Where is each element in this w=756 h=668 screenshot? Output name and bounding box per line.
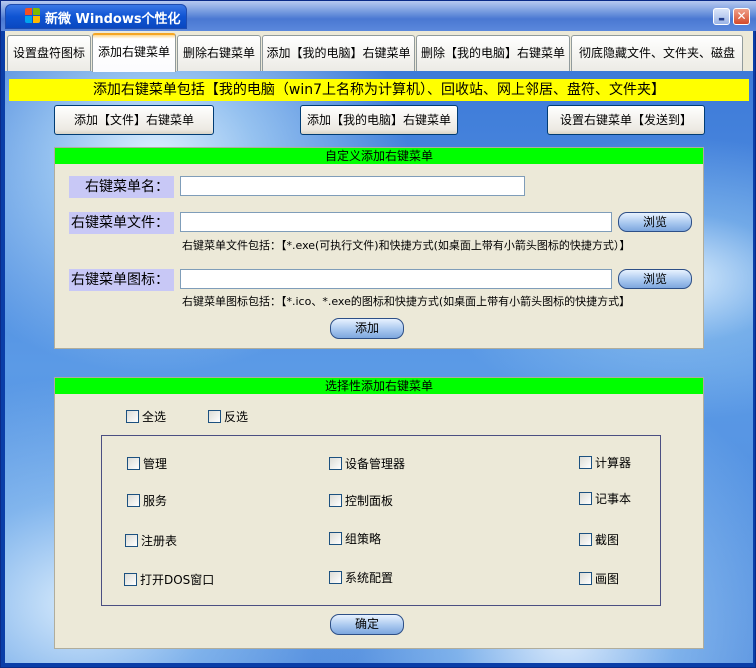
confirm-button[interactable]: 确定 [330, 614, 404, 635]
selective-add-group-header: 选择性添加右键菜单 [55, 378, 703, 394]
main-window: 新微 Windows个性化 ▬ ✕ 设置盘符图标 添加右键菜单 删除右键菜单 添… [0, 0, 756, 668]
menu-icon-input[interactable] [180, 269, 612, 289]
menu-name-label: 右键菜单名： [69, 176, 174, 198]
set-sendto-menu-button[interactable]: 设置右键菜单【发送到】 [547, 105, 705, 135]
minimize-icon: ▬ [718, 15, 725, 23]
tab-remove-computer-menu[interactable]: 删除【我的电脑】右键菜单 [416, 35, 570, 71]
window-title: 新微 Windows个性化 [45, 12, 181, 27]
tab-remove-context-menu[interactable]: 删除右键菜单 [177, 35, 261, 71]
menu-file-label: 右键菜单文件： [69, 212, 174, 234]
windows-flag-icon [25, 8, 41, 24]
menu-file-input[interactable] [180, 212, 612, 232]
tab-strip: 设置盘符图标 添加右键菜单 删除右键菜单 添加【我的电脑】右键菜单 删除【我的电… [5, 31, 753, 72]
close-icon: ✕ [736, 9, 747, 23]
minimize-button[interactable]: ▬ [713, 8, 730, 25]
menu-file-hint: 右键菜单文件包括：【*.exe(可执行文件)和快捷方式(如桌面上带有小箭头图标的… [182, 239, 631, 252]
custom-add-group-header: 自定义添加右键菜单 [55, 148, 703, 164]
browse-file-button[interactable]: 浏览 [618, 212, 692, 232]
tab-add-context-menu[interactable]: 添加右键菜单 [92, 33, 176, 72]
tab-add-computer-menu[interactable]: 添加【我的电脑】右键菜单 [262, 35, 415, 71]
close-button[interactable]: ✕ [733, 8, 750, 25]
checkbox-box[interactable] [126, 410, 139, 423]
options-box: 管理 设备管理器 计算器 服务 控制面板 记事本 注册表 组策略 截图 打开DO… [101, 435, 661, 606]
add-file-menu-button[interactable]: 添加【文件】右键菜单 [54, 105, 214, 135]
menu-icon-label: 右键菜单图标： [69, 269, 174, 291]
tab-drive-icon[interactable]: 设置盘符图标 [7, 35, 91, 71]
tab-hide-files[interactable]: 彻底隐藏文件、文件夹、磁盘 [571, 35, 743, 71]
tab-panel: 添加右键菜单包括【我的电脑（win7上名称为计算机）、回收站、网上邻居、盘符、文… [5, 71, 753, 663]
info-banner: 添加右键菜单包括【我的电脑（win7上名称为计算机）、回收站、网上邻居、盘符、文… [9, 79, 749, 101]
browse-icon-button[interactable]: 浏览 [618, 269, 692, 289]
menu-icon-hint: 右键菜单图标包括：【*.ico、*.exe的图标和快捷方式(如桌面上带有小箭头图… [182, 295, 631, 308]
custom-add-group: 自定义添加右键菜单 右键菜单名： 右键菜单文件： 浏览 右键菜单文件包括：【*.… [54, 147, 704, 349]
add-button[interactable]: 添加 [330, 318, 404, 339]
menu-name-input[interactable] [180, 176, 525, 196]
selective-add-group: 选择性添加右键菜单 全选 反选 管理 设备管理器 计算器 服务 控制面板 记事本… [54, 377, 704, 649]
title-bar[interactable]: 新微 Windows个性化 ▬ ✕ [1, 1, 756, 31]
add-computer-menu-button[interactable]: 添加【我的电脑】右键菜单 [300, 105, 458, 135]
checkbox-box[interactable] [208, 410, 221, 423]
